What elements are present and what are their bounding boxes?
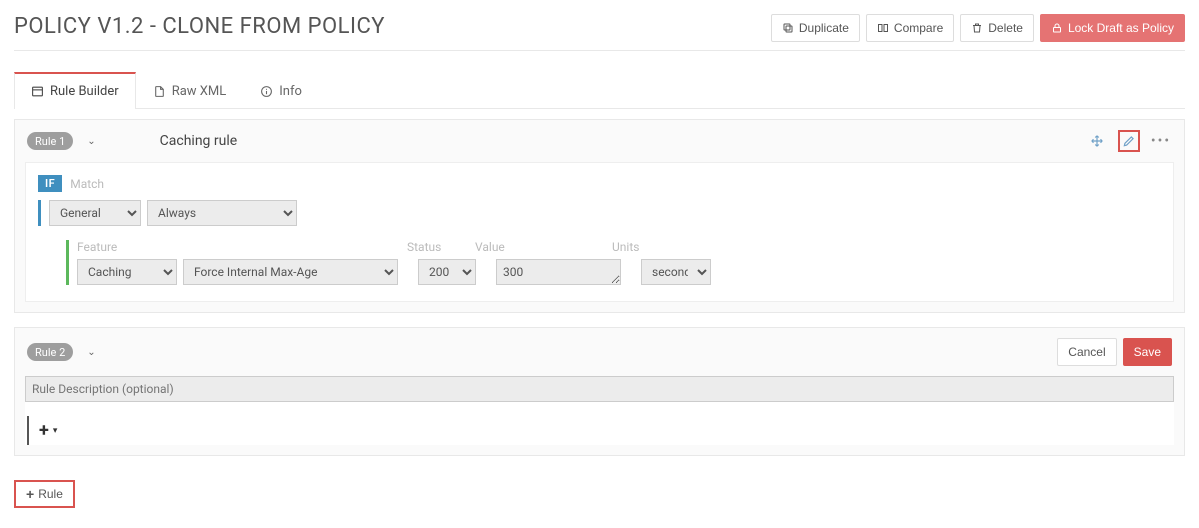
tab-raw-xml[interactable]: Raw XML bbox=[136, 72, 244, 109]
duplicate-button[interactable]: Duplicate bbox=[771, 14, 860, 42]
status-select[interactable]: 200 bbox=[418, 259, 476, 285]
add-condition-icon[interactable]: + bbox=[39, 420, 49, 441]
feature-col-label: Feature bbox=[77, 240, 401, 254]
rule-2-panel: Rule 2 ⌄ Cancel Save + ▾ bbox=[14, 327, 1185, 456]
rule-2-badge: Rule 2 bbox=[27, 343, 73, 361]
rule-1-collapse-toggle[interactable]: ⌄ bbox=[83, 136, 99, 147]
compare-icon bbox=[877, 22, 889, 34]
save-button[interactable]: Save bbox=[1123, 338, 1172, 366]
xml-icon bbox=[153, 85, 166, 98]
duplicate-label: Duplicate bbox=[799, 21, 849, 35]
units-select[interactable]: seconds bbox=[641, 259, 711, 285]
add-rule-label: Rule bbox=[38, 487, 63, 501]
add-rule-button[interactable]: + Rule bbox=[14, 480, 75, 508]
feature-category-select[interactable]: Caching bbox=[77, 259, 177, 285]
plus-icon: + bbox=[26, 486, 34, 502]
edit-icon[interactable] bbox=[1118, 130, 1140, 152]
delete-label: Delete bbox=[988, 21, 1023, 35]
value-input[interactable]: 300 bbox=[496, 259, 621, 285]
header-actions: Duplicate Compare Delete Lock Draft as P… bbox=[771, 14, 1185, 42]
lock-label: Lock Draft as Policy bbox=[1068, 21, 1174, 35]
delete-button[interactable]: Delete bbox=[960, 14, 1034, 42]
match-heading: Match bbox=[70, 177, 104, 191]
compare-button[interactable]: Compare bbox=[866, 14, 954, 42]
units-col-label: Units bbox=[612, 240, 682, 254]
rule-description-input[interactable] bbox=[25, 376, 1174, 402]
info-icon bbox=[260, 85, 273, 98]
more-icon[interactable]: ••• bbox=[1150, 130, 1172, 152]
tabs: Rule Builder Raw XML Info bbox=[14, 71, 1185, 109]
duplicate-icon bbox=[782, 22, 794, 34]
tab-info[interactable]: Info bbox=[243, 72, 319, 109]
compare-label: Compare bbox=[894, 21, 943, 35]
match-type-select[interactable]: Always bbox=[147, 200, 297, 226]
tab-rawxml-label: Raw XML bbox=[172, 84, 227, 99]
rule-1-panel: Rule 1 ⌄ Caching rule ••• IF Match Gener… bbox=[14, 119, 1185, 313]
builder-icon bbox=[31, 85, 44, 98]
value-col-label: Value bbox=[475, 240, 606, 254]
rule-1-badge: Rule 1 bbox=[27, 132, 73, 150]
feature-name-select[interactable]: Force Internal Max-Age bbox=[183, 259, 398, 285]
match-category-select[interactable]: General bbox=[49, 200, 141, 226]
rule-2-collapse-toggle[interactable]: ⌄ bbox=[83, 347, 99, 358]
cancel-button[interactable]: Cancel bbox=[1057, 338, 1116, 366]
if-badge: IF bbox=[38, 175, 62, 192]
tab-builder-label: Rule Builder bbox=[50, 84, 119, 99]
trash-icon bbox=[971, 22, 983, 34]
status-col-label: Status bbox=[407, 240, 469, 254]
tab-rule-builder[interactable]: Rule Builder bbox=[14, 72, 136, 109]
add-condition-caret-icon[interactable]: ▾ bbox=[53, 426, 58, 436]
tab-info-label: Info bbox=[279, 84, 302, 99]
lock-icon bbox=[1051, 22, 1063, 34]
page-title: POLICY V1.2 - CLONE FROM POLICY bbox=[14, 14, 385, 39]
rule-1-name: Caching rule bbox=[160, 133, 238, 149]
move-icon[interactable] bbox=[1086, 130, 1108, 152]
lock-draft-button[interactable]: Lock Draft as Policy bbox=[1040, 14, 1185, 42]
